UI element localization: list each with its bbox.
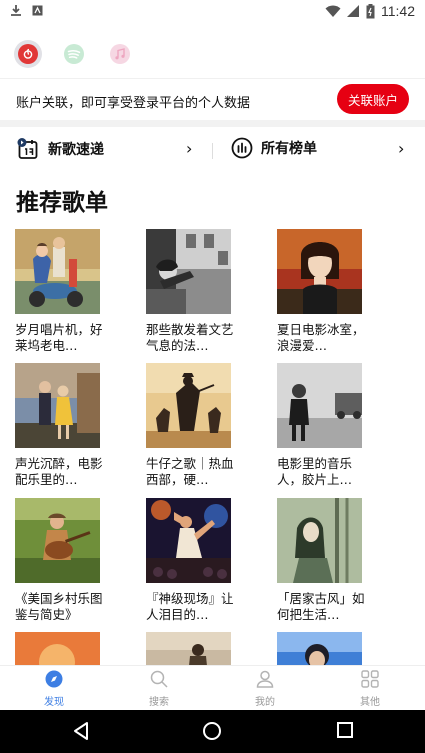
playlist-card[interactable]: 《美国乡村乐图鉴与简史》: [15, 498, 103, 623]
spotify-icon: [64, 44, 84, 64]
download-icon: [11, 5, 21, 16]
new-songs-label: 新歌速递: [48, 142, 104, 158]
quick-entries-divider: [212, 143, 213, 159]
link-account-button[interactable]: 关联账户: [337, 84, 409, 114]
tab-mine[interactable]: 我的: [235, 670, 295, 708]
chevron-right-icon: ›: [186, 139, 193, 158]
account-link-message: 账户关联，即可享受登录平台的个人数据: [16, 96, 251, 111]
playlist-cover: [146, 498, 231, 583]
new-songs-calendar-icon: [17, 138, 38, 159]
wifi-icon: [325, 5, 341, 17]
system-navigation-bar: [0, 710, 425, 753]
playlist-cover: [146, 632, 231, 665]
tab-other[interactable]: 其他: [340, 670, 400, 708]
playlist-card[interactable]: 牛仔之歌｜热血西部，硬…: [146, 363, 234, 488]
music-note-icon: [110, 44, 130, 64]
platform-switcher: [14, 40, 134, 68]
new-songs-entry[interactable]: 新歌速递: [16, 137, 104, 161]
playlist-card[interactable]: 那些散发着文艺气息的法…: [146, 229, 234, 354]
netease-icon: [23, 48, 33, 59]
playlist-card[interactable]: 岁月唱片机，好莱坞老电…: [15, 229, 103, 354]
home-icon[interactable]: [202, 721, 222, 741]
bottom-tab-bar: 发现 搜索 我的 其他: [0, 665, 425, 710]
playlist-cover: [277, 229, 362, 314]
battery-icon: [366, 3, 375, 18]
playlist-cover: [15, 498, 100, 583]
account-link-bar: 账户关联，即可享受登录平台的个人数据 关联账户: [0, 78, 425, 120]
playlist-title: 「居家古风」如何把生活…: [277, 591, 365, 622]
tab-label: 发现: [44, 697, 64, 708]
all-charts-entry[interactable]: 所有榜单: [231, 137, 317, 159]
grid-icon: [361, 670, 379, 688]
tab-discover[interactable]: 发现: [24, 670, 84, 708]
recents-icon[interactable]: [336, 721, 354, 739]
playlist-title: 岁月唱片机，好莱坞老电…: [15, 322, 103, 353]
tab-label: 我的: [255, 697, 275, 708]
playlist-cover: [277, 363, 362, 448]
user-icon: [256, 670, 274, 688]
playlist-card[interactable]: 夏日电影冰室，浪漫爱…: [277, 229, 365, 354]
playlist-title: 声光沉醉，电影配乐里的…: [15, 456, 103, 487]
playlist-card[interactable]: 『神级现场』让人泪目的…: [146, 498, 234, 623]
playlist-cover: [277, 498, 362, 583]
playlist-title: 《美国乡村乐图鉴与简史》: [15, 591, 103, 622]
playlist-cover: [146, 229, 231, 314]
playlist-card[interactable]: 「居家古风」如何把生活…: [277, 498, 365, 623]
compass-icon: [45, 670, 63, 688]
status-time: 11:42: [381, 3, 415, 19]
playlist-card[interactable]: [277, 632, 363, 665]
search-icon: [150, 670, 168, 688]
quick-entries: 新歌速递 › 所有榜单 ›: [0, 131, 425, 169]
section-divider: [0, 120, 425, 127]
app-notification-icon: [32, 5, 43, 16]
playlist-cover: [146, 363, 231, 448]
playlist-cover: [277, 632, 362, 665]
playlist-title: 『神级现场』让人泪目的…: [146, 591, 234, 622]
playlist-cover: [15, 363, 100, 448]
tab-search[interactable]: 搜索: [129, 670, 189, 708]
platform-netease[interactable]: [14, 40, 42, 68]
tab-label: 搜索: [149, 697, 169, 708]
all-charts-label: 所有榜单: [261, 141, 317, 157]
playlist-grid: 岁月唱片机，好莱坞老电… 那些散发着文艺气息的法… 夏日电影冰室，浪漫爱… 声光…: [15, 229, 415, 665]
playlist-title: 那些散发着文艺气息的法…: [146, 322, 234, 353]
platform-apple-music[interactable]: [106, 40, 134, 68]
playlist-cover: [15, 632, 100, 665]
playlist-title: 电影里的音乐人，胶片上…: [277, 456, 353, 487]
playlist-card[interactable]: [146, 632, 232, 665]
playlist-card[interactable]: [15, 632, 101, 665]
status-bar: 11:42: [0, 0, 425, 24]
playlist-title: 牛仔之歌｜热血西部，硬…: [146, 456, 234, 487]
charts-icon: [231, 137, 253, 159]
playlist-title: 夏日电影冰室，浪漫爱…: [277, 322, 365, 353]
playlist-card[interactable]: 声光沉醉，电影配乐里的…: [15, 363, 103, 488]
chevron-right-icon: ›: [398, 139, 405, 158]
recommended-playlists-title: 推荐歌单: [16, 190, 108, 216]
platform-spotify[interactable]: [60, 40, 88, 68]
cell-signal-icon: [347, 5, 359, 17]
playlist-card[interactable]: 电影里的音乐人，胶片上…: [277, 363, 363, 488]
tab-label: 其他: [360, 697, 380, 708]
playlist-cover: [15, 229, 100, 314]
back-icon[interactable]: [72, 721, 90, 741]
